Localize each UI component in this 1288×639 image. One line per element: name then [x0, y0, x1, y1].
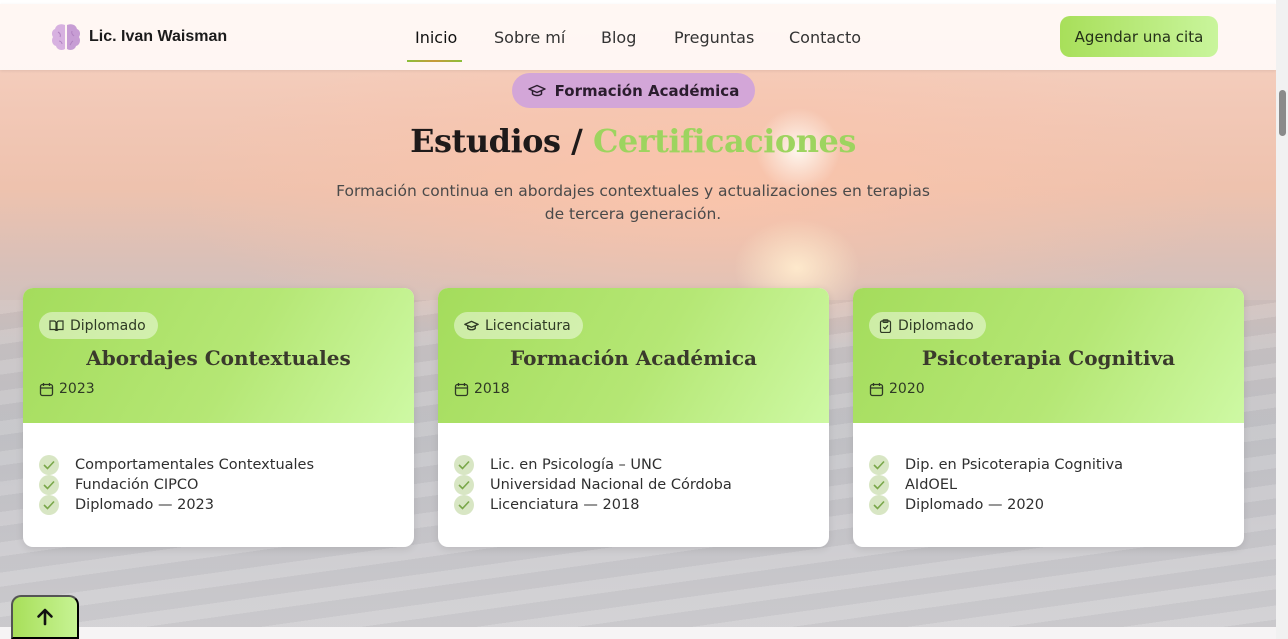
calendar-icon [454, 382, 469, 396]
list-item: Diplomado — 2020 [869, 495, 1123, 515]
card-header: Diplomado Psicoterapia Cognitiva 2020 [853, 288, 1244, 423]
arrow-up-icon [37, 608, 53, 626]
check-icon [454, 455, 474, 475]
card-title: Formación Académica [510, 346, 757, 370]
list-item: Diplomado — 2023 [39, 495, 314, 515]
card-tag: Licenciatura [454, 312, 583, 339]
list-item: Universidad Nacional de Córdoba [454, 475, 732, 495]
card-tag: Diplomado [869, 312, 986, 339]
calendar-icon [869, 382, 884, 396]
list-item-text: Licenciatura — 2018 [490, 497, 640, 513]
card-title: Psicoterapia Cognitiva [921, 346, 1176, 370]
card-details-list: Lic. en Psicología – UNC Universidad Nac… [454, 455, 732, 515]
check-icon [39, 455, 59, 475]
graduation-cap-icon [527, 84, 546, 96]
study-card: Licenciatura Formación Académica 2018 Li… [438, 288, 829, 547]
list-item-text: Lic. en Psicología – UNC [490, 457, 663, 473]
card-details-list: Comportamentales Contextuales Fundación … [39, 455, 314, 515]
card-tag-label: Diplomado [898, 317, 974, 334]
card-header: Diplomado Abordajes Contextuales 2023 [23, 288, 414, 423]
card-year: 2023 [39, 381, 95, 397]
section-badge-label: Formación Académica [554, 81, 740, 100]
section-badge: Formación Académica [512, 73, 755, 108]
list-item-text: Universidad Nacional de Córdoba [490, 477, 732, 493]
brand-name[interactable]: Lic. Ivan Waisman [89, 28, 227, 46]
check-icon [39, 495, 59, 515]
brain-icon[interactable] [50, 22, 82, 52]
list-item: Comportamentales Contextuales [39, 455, 314, 475]
card-title: Abordajes Contextuales [86, 346, 351, 370]
nav-item-sobre-mi[interactable]: Sobre mí [494, 28, 565, 47]
nav-item-contacto[interactable]: Contacto [789, 28, 861, 47]
check-icon [869, 455, 889, 475]
check-icon [39, 475, 59, 495]
graduation-cap-icon [464, 320, 479, 330]
nav-item-preguntas[interactable]: Preguntas [674, 28, 754, 47]
title-main: Estudios [410, 122, 561, 160]
card-year-label: 2020 [889, 381, 925, 397]
check-icon [869, 495, 889, 515]
study-card: Diplomado Abordajes Contextuales 2023 Co… [23, 288, 414, 547]
check-icon [454, 475, 474, 495]
check-icon [454, 495, 474, 515]
list-item-text: Dip. en Psicoterapia Cognitiva [905, 457, 1124, 473]
card-tag-label: Diplomado [70, 317, 146, 334]
list-item: Lic. en Psicología – UNC [454, 455, 732, 475]
nav-item-inicio[interactable]: Inicio [415, 28, 457, 47]
list-item: Dip. en Psicoterapia Cognitiva [869, 455, 1123, 475]
list-item: Fundación CIPCO [39, 475, 314, 495]
card-year-label: 2018 [474, 381, 510, 397]
title-separator: / [560, 122, 593, 160]
list-item-text: Fundación CIPCO [75, 477, 199, 493]
active-nav-underline [407, 60, 462, 62]
card-header: Licenciatura Formación Académica 2018 [438, 288, 829, 423]
check-icon [869, 475, 889, 495]
page-title: Estudios / Certificaciones [0, 122, 1266, 160]
card-tag: Diplomado [39, 312, 158, 339]
list-item-text: Comportamentales Contextuales [75, 457, 315, 473]
section-subtitle: Formación continua en abordajes contextu… [336, 182, 930, 223]
list-item-text: Diplomado — 2023 [75, 497, 215, 513]
title-accent: Certificaciones [592, 122, 856, 160]
book-appointment-button[interactable]: Agendar una cita [1060, 16, 1218, 57]
page-bottom-strip [0, 627, 1276, 639]
scroll-to-top-button[interactable] [11, 595, 79, 639]
card-tag-label: Licenciatura [485, 317, 571, 334]
card-details-list: Dip. en Psicoterapia Cognitiva AIdOEL Di… [869, 455, 1123, 515]
card-year: 2018 [454, 381, 510, 397]
clipboard-check-icon [879, 318, 892, 333]
scrollbar-thumb[interactable] [1279, 90, 1286, 136]
list-item: AIdOEL [869, 475, 1123, 495]
card-year-label: 2023 [59, 381, 95, 397]
book-open-icon [49, 320, 64, 332]
calendar-icon [39, 382, 54, 396]
site-header: Lic. Ivan Waisman Inicio Sobre mí Blog P… [0, 4, 1276, 70]
list-item-text: AIdOEL [905, 477, 958, 493]
nav-item-blog[interactable]: Blog [601, 28, 636, 47]
study-card: Diplomado Psicoterapia Cognitiva 2020 Di… [853, 288, 1244, 547]
list-item: Licenciatura — 2018 [454, 495, 732, 515]
list-item-text: Diplomado — 2020 [905, 497, 1045, 513]
card-year: 2020 [869, 381, 925, 397]
